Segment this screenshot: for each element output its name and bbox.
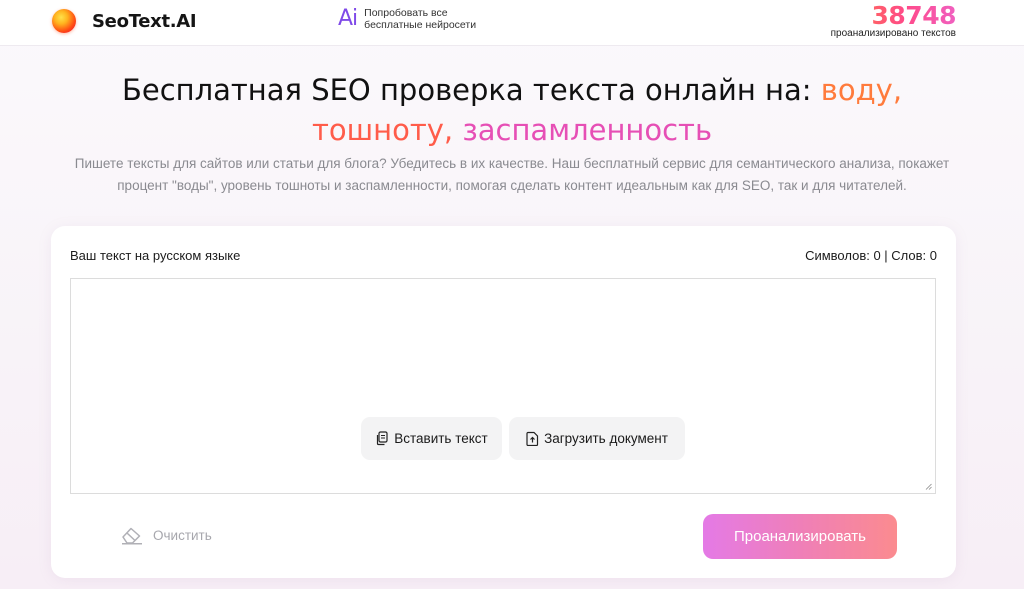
clear-button[interactable]: Очистить <box>120 525 212 545</box>
ai-promo-line2: бесплатные нейросети <box>364 18 477 31</box>
upload-document-button[interactable]: Загрузить документ <box>509 417 685 460</box>
eraser-icon <box>122 527 142 545</box>
site-logo[interactable]: SeoText.AI <box>52 9 197 33</box>
title-water: воду, <box>820 73 903 107</box>
upload-document-label: Загрузить документ <box>544 431 668 446</box>
editor-card: Ваш текст на русском языке Символов: 0 |… <box>51 226 956 578</box>
analyzed-counter: 38748 проанализировано текстов <box>830 2 957 39</box>
text-input-area[interactable]: Вставить текст Загрузить документ <box>70 278 936 494</box>
ai-icon: Ai <box>338 6 358 31</box>
top-header: SeoText.AI Ai Попробовать все бесплатные… <box>0 0 1024 46</box>
file-upload-icon <box>526 431 539 446</box>
logo-ball-icon <box>52 9 76 33</box>
char-word-counter: Символов: 0 | Слов: 0 <box>805 248 937 263</box>
page-title: Бесплатная SEO проверка текста онлайн на… <box>0 70 1024 150</box>
counter-label: проанализировано текстов <box>830 28 956 39</box>
title-prefix: Бесплатная SEO проверка текста онлайн на… <box>121 73 821 107</box>
counter-value: 38748 <box>831 2 957 30</box>
paste-text-button[interactable]: Вставить текст <box>361 417 502 460</box>
page-subtitle: Пишете тексты для сайтов или статьи для … <box>74 156 950 193</box>
ai-promo-text: Попробовать все бесплатные нейросети <box>364 7 476 31</box>
analyze-button[interactable]: Проанализировать <box>703 514 897 559</box>
resize-handle-icon[interactable] <box>925 483 932 490</box>
title-spam: заспамленность <box>462 113 713 147</box>
ai-promo-line1: Попробовать все <box>364 6 448 19</box>
logo-text: SeoText.AI <box>92 10 197 32</box>
title-nausea: тошноту, <box>311 113 454 147</box>
ai-promo-link[interactable]: Ai Попробовать все бесплатные нейросети <box>338 6 476 31</box>
clipboard-icon <box>377 431 388 446</box>
paste-text-label: Вставить текст <box>394 431 488 446</box>
clear-label: Очистить <box>153 527 212 543</box>
editor-label: Ваш текст на русском языке <box>70 248 241 263</box>
